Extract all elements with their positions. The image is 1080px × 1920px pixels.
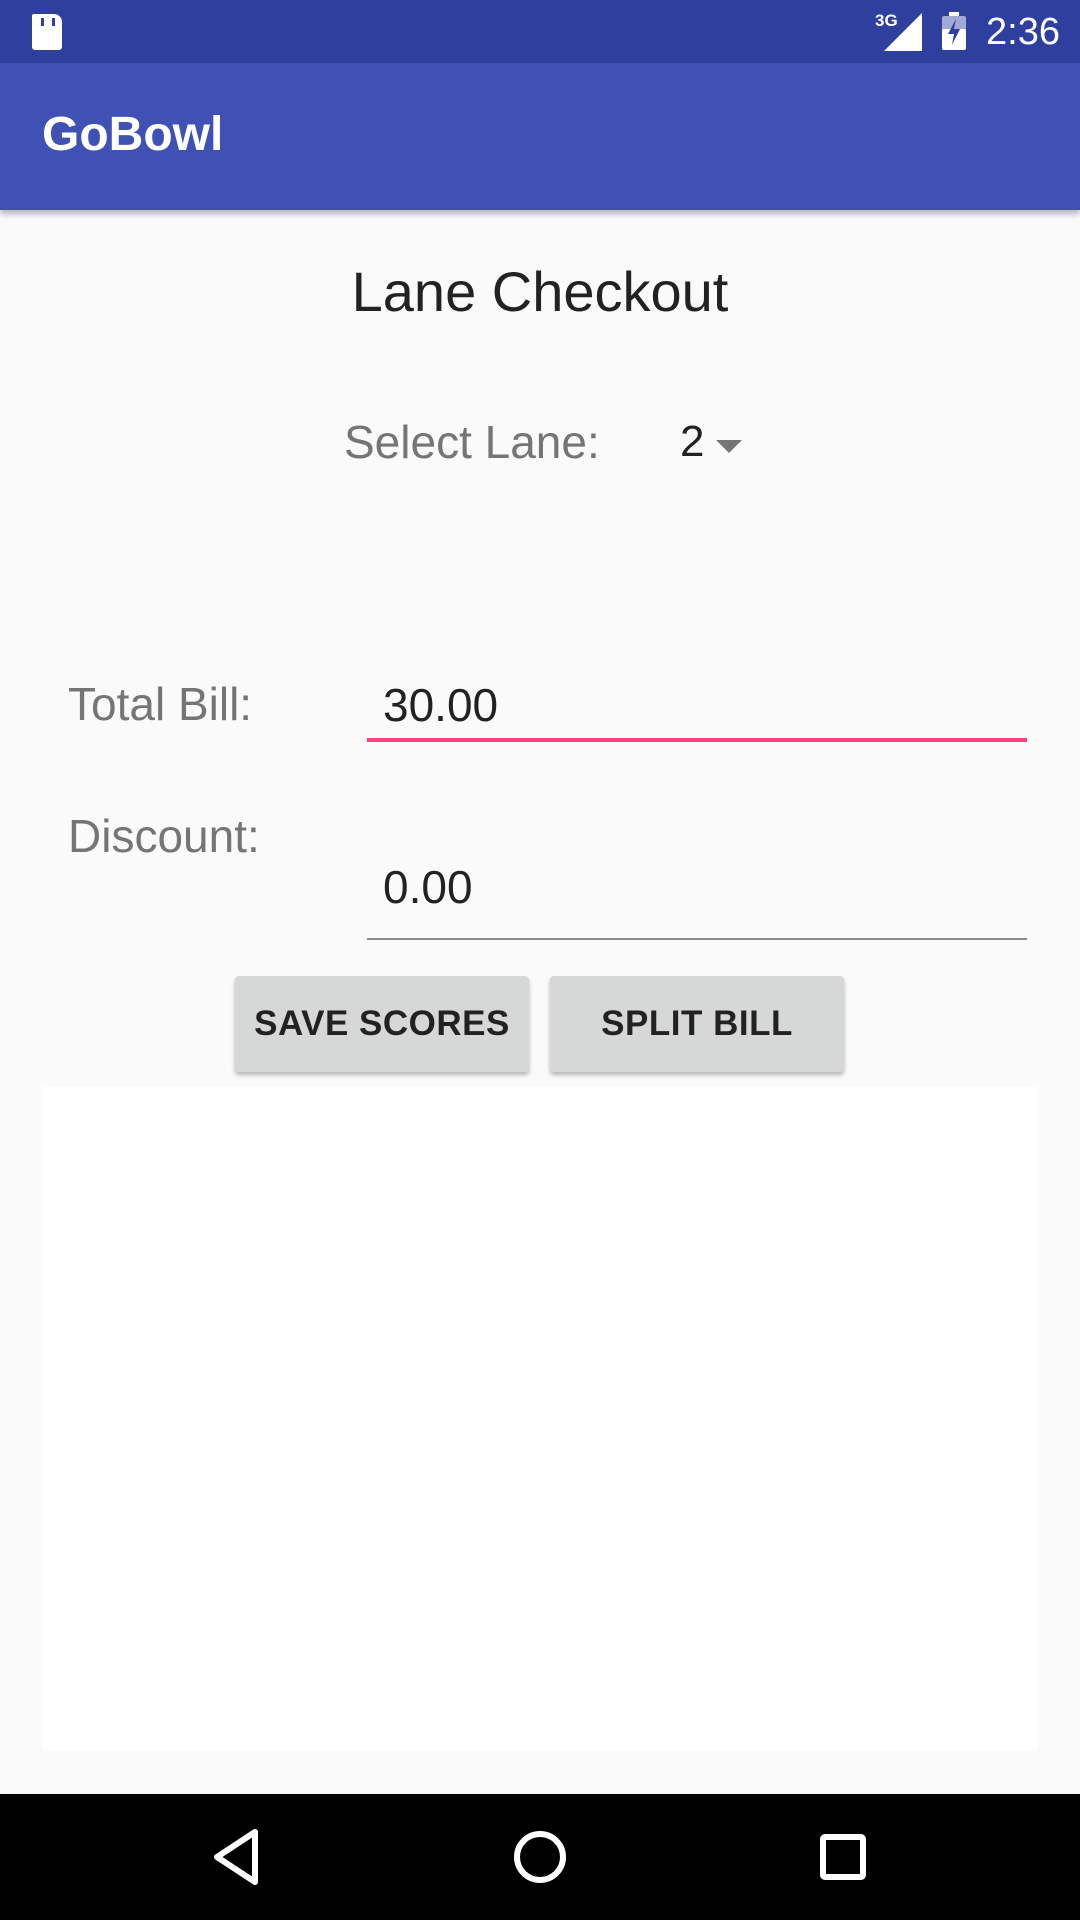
discount-input[interactable] bbox=[367, 836, 1027, 940]
discount-label: Discount: bbox=[68, 810, 260, 862]
results-panel bbox=[42, 1087, 1038, 1751]
app-bar: GoBowl bbox=[0, 63, 1080, 210]
total-bill-label: Total Bill: bbox=[68, 678, 253, 730]
app-title: GoBowl bbox=[42, 108, 224, 161]
status-clock: 2:36 bbox=[986, 11, 1060, 53]
select-lane-label: Select Lane: bbox=[344, 416, 600, 468]
save-scores-button[interactable]: SAVE SCORES bbox=[235, 976, 529, 1072]
network-type-label: 3G bbox=[875, 11, 898, 30]
recents-icon[interactable] bbox=[810, 1824, 876, 1890]
sd-card-icon bbox=[32, 14, 62, 50]
battery-charging-icon bbox=[942, 12, 966, 50]
total-bill-input[interactable] bbox=[367, 672, 1027, 742]
split-bill-button[interactable]: SPLIT BILL bbox=[550, 976, 844, 1072]
lane-spinner[interactable]: 2 bbox=[672, 412, 792, 472]
page-title: Lane Checkout bbox=[351, 260, 729, 323]
status-bar: 3G 2:36 bbox=[0, 0, 1080, 63]
lane-spinner-value: 2 bbox=[680, 417, 705, 466]
home-icon[interactable] bbox=[507, 1824, 573, 1890]
navigation-bar bbox=[0, 1794, 1080, 1920]
back-icon[interactable] bbox=[205, 1824, 271, 1890]
dropdown-arrow-icon bbox=[716, 440, 742, 453]
